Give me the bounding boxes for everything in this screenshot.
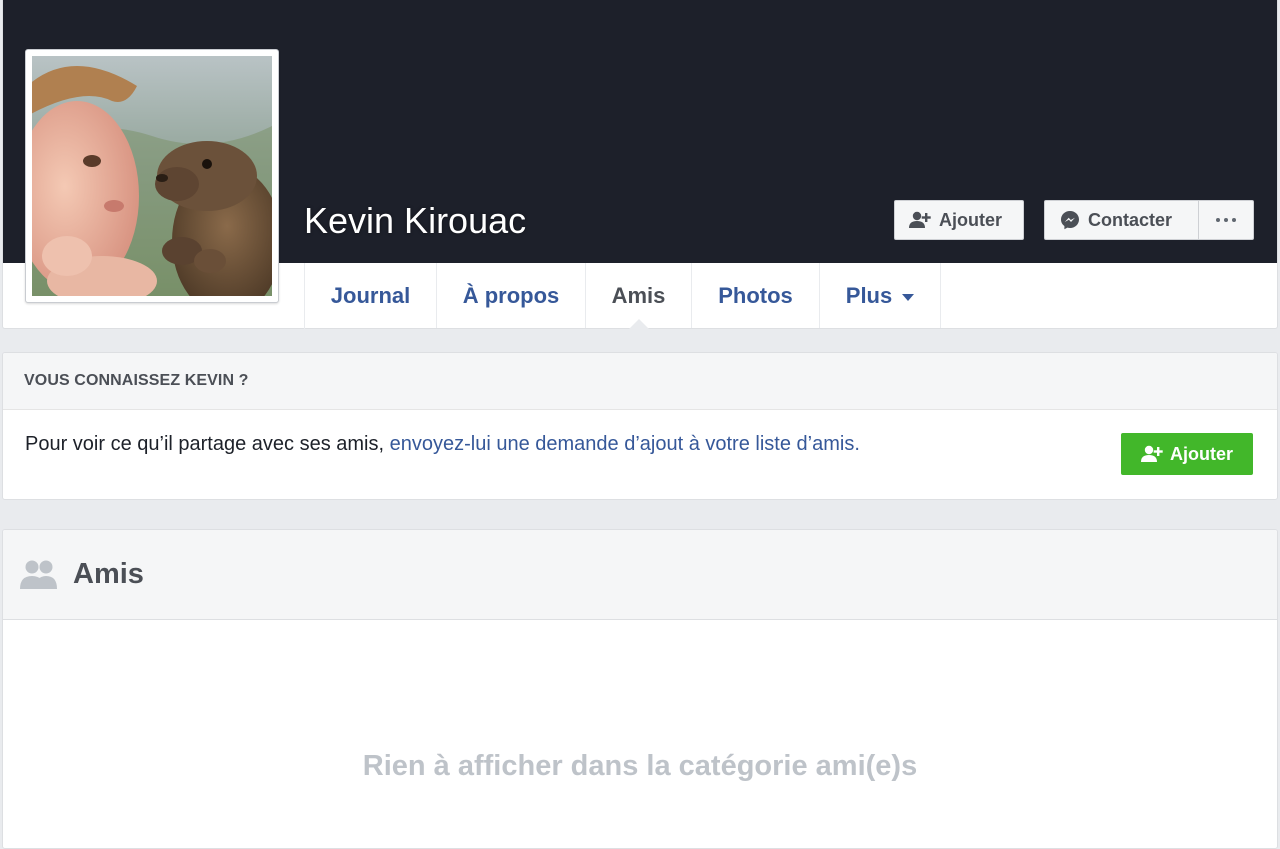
contact-label: Contacter xyxy=(1088,209,1173,230)
caret-down-icon xyxy=(902,293,915,301)
tab-label: Journal xyxy=(330,282,411,308)
send-friend-request-link[interactable]: envoyez-lui une demande d’ajout à votre … xyxy=(390,433,860,455)
add-friend-button[interactable]: Ajouter xyxy=(894,200,1024,240)
messenger-icon xyxy=(1060,210,1080,230)
know-person-plain-text: Pour voir ce qu’il partage avec ses amis… xyxy=(25,433,390,455)
tab-friends[interactable]: Amis xyxy=(586,263,692,329)
profile-header: Kevin Kirouac Ajouter Contacter Journal xyxy=(2,0,1278,329)
add-friend-label: Ajouter xyxy=(939,209,1002,230)
know-person-text: Pour voir ce qu’il partage avec ses amis… xyxy=(25,433,860,456)
tab-label: Amis xyxy=(611,282,666,308)
tab-more[interactable]: Plus xyxy=(820,263,941,328)
contact-button[interactable]: Contacter xyxy=(1044,200,1199,240)
profile-tabs: Journal À propos Amis Photos Plus xyxy=(304,263,941,329)
friends-icon xyxy=(20,559,58,591)
empty-friends-message: Rien à afficher dans la catégorie ami(e)… xyxy=(362,750,918,782)
friends-title: Amis xyxy=(73,558,144,590)
tab-label: Plus xyxy=(845,282,893,308)
add-friend-icon xyxy=(1141,445,1163,463)
tab-label: À propos xyxy=(462,282,560,308)
tab-label: Photos xyxy=(718,282,793,308)
friends-card-header: Amis xyxy=(3,530,1277,620)
more-icon xyxy=(1216,218,1236,222)
know-person-card: VOUS CONNAISSEZ KEVIN ? Pour voir ce qu’… xyxy=(2,352,1278,500)
profile-photo-image xyxy=(32,56,272,296)
add-friend-green-label: Ajouter xyxy=(1170,443,1233,464)
profile-name[interactable]: Kevin Kirouac xyxy=(304,198,526,244)
tab-photos[interactable]: Photos xyxy=(692,263,820,328)
add-friend-icon xyxy=(909,211,931,229)
tab-about[interactable]: À propos xyxy=(437,263,586,328)
profile-picture[interactable] xyxy=(25,49,279,303)
add-friend-green-button[interactable]: Ajouter xyxy=(1121,433,1253,475)
tab-journal[interactable]: Journal xyxy=(305,263,437,328)
more-options-button[interactable] xyxy=(1198,200,1254,240)
friends-card: Amis Rien à afficher dans la catégorie a… xyxy=(2,529,1278,849)
know-person-heading: VOUS CONNAISSEZ KEVIN ? xyxy=(3,353,1277,410)
